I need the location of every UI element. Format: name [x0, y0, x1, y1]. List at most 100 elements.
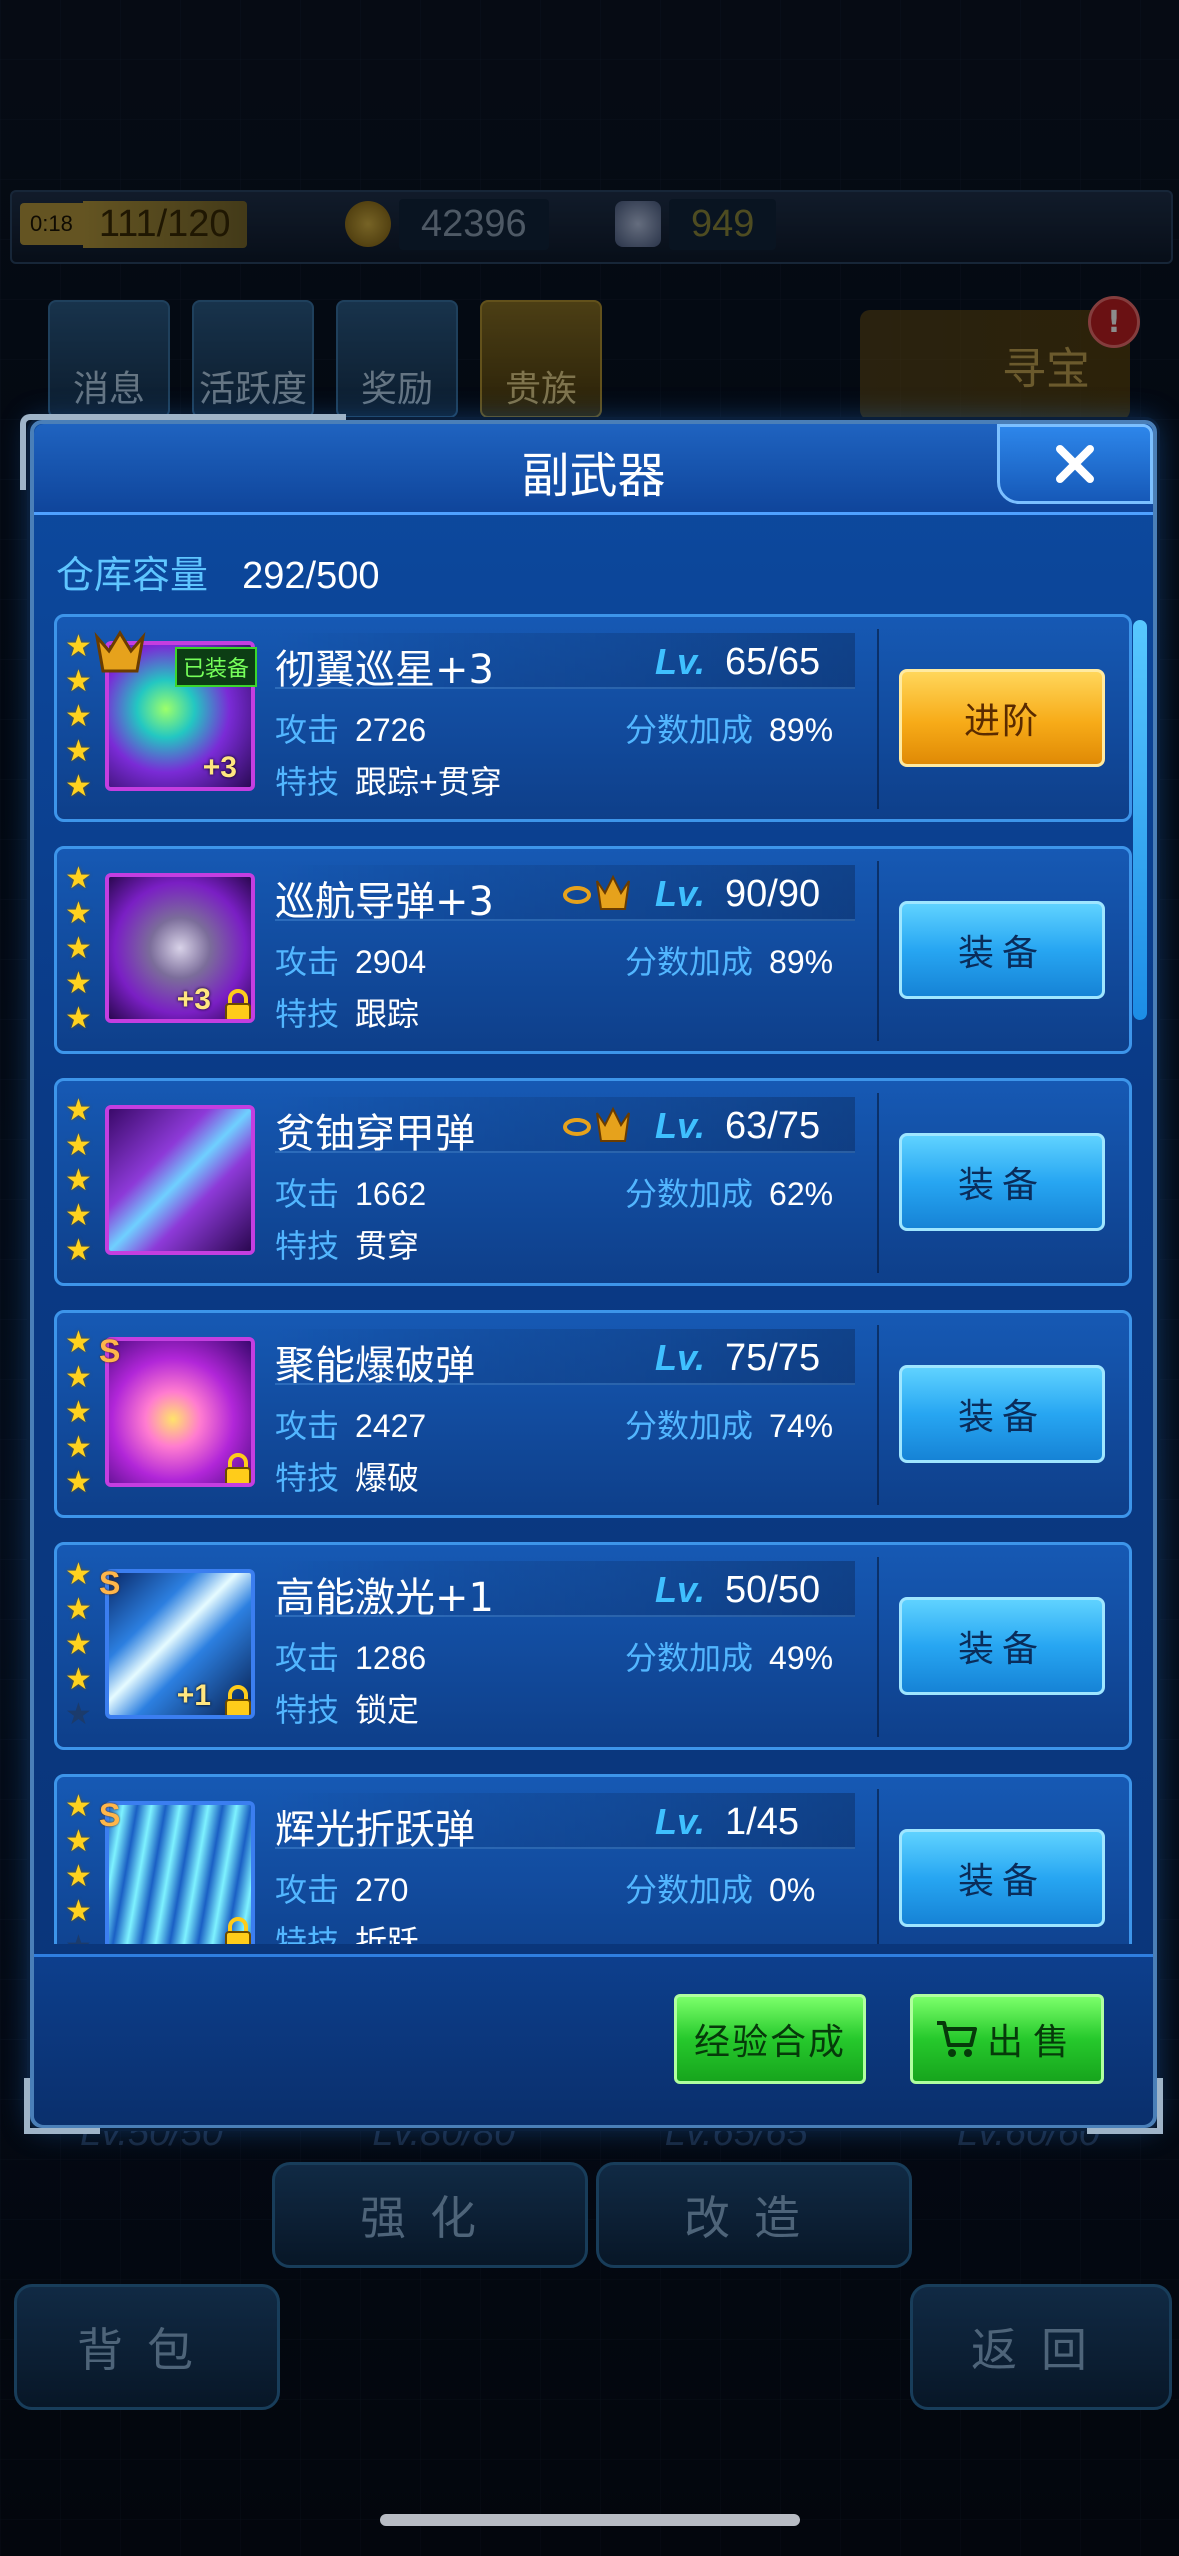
equip-button[interactable]: 装备: [899, 1829, 1105, 1927]
attack-label: 攻击: [275, 1639, 340, 1677]
attack-label: 攻击: [275, 1407, 340, 1445]
link-crown-icon: [563, 1106, 630, 1142]
weapon-card[interactable]: ★ ★ ★ ★ ★ +3 已装备 彻翼巡星+3 Lv. 65/65 攻击 2726 分数加…: [54, 614, 1132, 822]
score-bonus-stat: 分数加成 62%: [625, 1169, 833, 1215]
star-icon: ★: [65, 1128, 92, 1163]
skill-value: 贯穿: [355, 1228, 420, 1264]
weapon-name-row: 辉光折跃弹 Lv. 1/45: [275, 1793, 855, 1853]
capacity-value: 292/500: [242, 555, 380, 597]
star-icon: ★: [65, 1325, 92, 1360]
weapon-icon[interactable]: +3: [105, 873, 255, 1023]
home-indicator[interactable]: [380, 2514, 800, 2526]
star-rating: ★★★★★: [65, 1327, 101, 1498]
star-icon: ★: [65, 1395, 92, 1430]
sub-weapon-dialog: 副武器 仓库容量 292/500 ★ ★ ★ ★ ★ +3 已装备 彻翼巡星+3 Lv.…: [20, 414, 1163, 2134]
star-empty-icon: ★: [65, 1931, 101, 1944]
star-icon: ★: [65, 1662, 92, 1697]
bonus-label: 分数加成: [625, 1407, 754, 1445]
equip-button[interactable]: 装备: [899, 901, 1105, 999]
close-icon: [1056, 445, 1094, 483]
upgrade-level: +1: [176, 1679, 211, 1712]
lock-icon: [225, 989, 251, 1019]
skill-stat: 特技 跟踪: [275, 989, 419, 1035]
bonus-label: 分数加成: [625, 943, 754, 981]
armor-piercing-shell-art: [109, 1109, 251, 1251]
bonus-value: 89%: [769, 944, 834, 980]
weapon-name-row: 巡航导弹+3 Lv. 90/90: [275, 865, 855, 925]
weapon-card[interactable]: ★ ★ ★ ★ ★ +3 巡航导弹+3 Lv. 90/90 攻击 2904 分数加成 89%…: [54, 846, 1132, 1054]
attack-label: 攻击: [275, 943, 340, 981]
bonus-value: 0%: [769, 1872, 816, 1908]
weapon-name: 贫铀穿甲弹: [275, 1111, 475, 1157]
weapon-name: 辉光折跃弹: [275, 1807, 475, 1853]
list-scrollbar[interactable]: [1133, 620, 1147, 1940]
star-icon: ★: [65, 1592, 92, 1627]
advance-button[interactable]: 进阶: [899, 669, 1105, 767]
attack-stat: 攻击 1286: [275, 1633, 426, 1679]
star-icon: ★: [65, 896, 92, 931]
skill-stat: 特技 跟踪+贯穿: [275, 757, 502, 803]
star-icon: ★: [65, 769, 92, 804]
crown-rank-icon: [94, 630, 146, 673]
skill-value: 跟踪+贯穿: [355, 764, 502, 800]
star-icon: ★: [65, 1198, 92, 1233]
s-rank-icon: S: [99, 1333, 121, 1369]
bonus-value: 89%: [769, 712, 834, 748]
weapon-level: 75/75: [725, 1337, 821, 1379]
lock-icon: [225, 1685, 251, 1715]
weapon-name-row: 贫铀穿甲弹 Lv. 63/75: [275, 1097, 855, 1157]
star-rating: ★★★★★: [65, 863, 101, 1034]
attack-value: 270: [355, 1872, 409, 1908]
close-button[interactable]: [997, 424, 1153, 504]
skill-stat: 特技 折跃: [275, 1917, 419, 1944]
sell-button[interactable]: 出售: [910, 1994, 1104, 2084]
skill-label: 特技: [275, 763, 340, 801]
level-label: Lv.: [655, 873, 706, 914]
attack-stat: 攻击 1662: [275, 1169, 426, 1215]
skill-value: 跟踪: [355, 996, 420, 1032]
attack-value: 2427: [355, 1408, 427, 1444]
weapon-level: 50/50: [725, 1569, 821, 1611]
s-rank-icon: S: [99, 1565, 121, 1601]
weapon-name-row: 高能激光+1 Lv. 50/50: [275, 1561, 855, 1621]
weapon-icon[interactable]: [105, 1105, 255, 1255]
skill-label: 特技: [275, 995, 340, 1033]
card-divider: [877, 1789, 879, 1944]
attack-value: 1662: [355, 1176, 427, 1212]
dialog-title: 副武器: [521, 448, 666, 504]
weapon-level: 1/45: [725, 1801, 799, 1843]
equip-button[interactable]: 装备: [899, 1365, 1105, 1463]
attack-label: 攻击: [275, 711, 340, 749]
weapon-level: 90/90: [725, 873, 821, 915]
weapon-name-row: 聚能爆破弹 Lv. 75/75: [275, 1329, 855, 1389]
lock-icon: [225, 1917, 251, 1944]
bonus-label: 分数加成: [625, 1639, 754, 1677]
weapon-card[interactable]: ★ ★ ★ ★ ★ 贫铀穿甲弹 Lv. 63/75 攻击 1662 分数加成 62% 特技贯…: [54, 1078, 1132, 1286]
star-icon: ★: [65, 861, 92, 896]
weapon-level: 65/65: [725, 641, 821, 683]
weapon-card[interactable]: ★ ★ ★ ★ ★ +1 S 高能激光+1 Lv. 50/50 攻击 1286 分数加成 4…: [54, 1542, 1132, 1750]
weapon-level: 63/75: [725, 1105, 821, 1147]
skill-value: 锁定: [355, 1692, 420, 1728]
attack-label: 攻击: [275, 1175, 340, 1213]
skill-label: 特技: [275, 1691, 340, 1729]
attack-stat: 攻击 2726: [275, 705, 426, 751]
weapon-list[interactable]: ★ ★ ★ ★ ★ +3 已装备 彻翼巡星+3 Lv. 65/65 攻击 2726 分数加…: [54, 614, 1132, 1944]
card-divider: [877, 1093, 879, 1273]
level-label: Lv.: [655, 1801, 706, 1842]
upgrade-level: +3: [176, 983, 211, 1016]
score-bonus-stat: 分数加成 49%: [625, 1633, 833, 1679]
equip-button[interactable]: 装备: [899, 1597, 1105, 1695]
weapon-card[interactable]: ★★★★★ S 辉光折跃弹 Lv. 1/45 攻击270 分数加成0% 特技折跃…: [54, 1774, 1132, 1944]
card-divider: [877, 861, 879, 1041]
equip-button[interactable]: 装备: [899, 1133, 1105, 1231]
exp-merge-button[interactable]: 经验合成: [674, 1994, 866, 2084]
skill-value: 折跃: [355, 1924, 420, 1944]
weapon-card[interactable]: ★ ★ ★ ★ ★ S 聚能爆破弹 Lv. 75/75 攻击 2427 分数加成 74% 特…: [54, 1310, 1132, 1518]
link-crown-icon: [563, 874, 630, 910]
skill-stat: 特技 贯穿: [275, 1221, 419, 1267]
attack-value: 2904: [355, 944, 427, 980]
scrollbar-thumb[interactable]: [1133, 620, 1147, 1020]
skill-label: 特技: [275, 1923, 340, 1944]
attack-stat: 攻击 270: [275, 1865, 408, 1911]
